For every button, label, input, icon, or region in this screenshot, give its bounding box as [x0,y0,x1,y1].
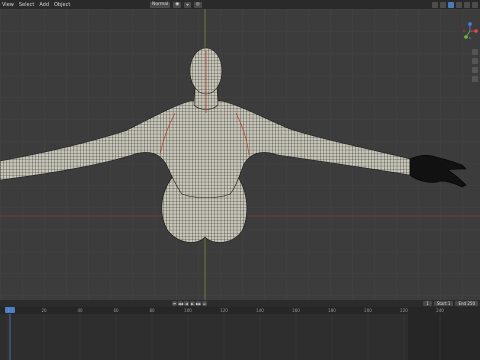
start-label: Start [436,301,447,306]
ruler-tick: 240 [436,308,444,313]
end-value: 250 [467,301,475,306]
jump-start-button[interactable]: ⏮ [172,301,177,306]
ruler-tick: 160 [292,308,300,313]
start-frame-field[interactable]: Start 1 [433,301,454,306]
playback-controls: ⏮ ◀◀ ◀ ▶ ▶▶ ⏭ [172,301,207,306]
axis-gizmo-icon [462,22,478,40]
ruler-tick: 100 [184,308,192,313]
viewport-canvas[interactable] [0,9,480,300]
pan-icon[interactable] [472,58,478,64]
ruler-tick: 80 [149,308,155,313]
xray-icon[interactable] [448,1,454,8]
playhead[interactable]: 1 [5,307,15,313]
shading-rendered-icon[interactable] [472,1,478,8]
ruler-tick: 220 [400,308,408,313]
playhead-frame: 1 [7,308,10,313]
menu-add[interactable]: Add [39,2,49,8]
timeline-header: ⏮ ◀◀ ◀ ▶ ▶▶ ⏭ 1 Start 1 End 250 [0,300,480,307]
viewport-header: View Select Add Object Normal ◉ ⌖ ◎ [0,0,480,9]
frame-ruler[interactable]: 0 20 40 60 80 100 120 140 160 180 200 22… [0,307,480,314]
play-button[interactable]: ▶ [190,301,195,306]
current-frame-field[interactable]: 1 [423,301,432,306]
overlay-icon[interactable] [440,1,446,8]
ruler-tick: 60 [113,308,119,313]
ruler-tick: 40 [77,308,83,313]
menu-object[interactable]: Object [54,2,70,8]
start-value: 1 [447,301,451,306]
header-right-tools [432,0,478,9]
navigation-gizmo[interactable] [462,21,478,41]
prev-keyframe-button[interactable]: ◀◀ [178,301,183,306]
jump-end-button[interactable]: ⏭ [202,301,207,306]
visibility-icon[interactable] [432,1,438,8]
shading-material-icon[interactable] [464,1,470,8]
3d-viewport[interactable] [0,9,480,300]
proportional-edit-icon[interactable]: ◎ [193,1,202,8]
perspective-toggle-icon[interactable] [472,76,478,82]
shading-solid-icon[interactable] [456,1,462,8]
menu-select[interactable]: Select [19,2,34,8]
out-of-range-area [408,314,480,360]
viewport-nav-buttons [472,49,478,82]
frame-range: 1 Start 1 End 250 [423,301,478,306]
ruler-tick: 20 [41,308,47,313]
header-center-tools: Normal ◉ ⌖ ◎ [150,0,202,9]
mode-label: Normal [152,2,169,7]
timeline-grid [0,314,480,360]
snap-icon[interactable]: ⌖ [184,1,191,8]
play-reverse-button[interactable]: ◀ [184,301,189,306]
current-frame-value: 1 [426,301,429,306]
ruler-tick: 120 [220,308,228,313]
transform-orientation-dropdown[interactable]: Normal [150,1,171,8]
timeline-editor[interactable]: 0 20 40 60 80 100 120 140 160 180 200 22… [0,307,480,360]
ruler-tick: 200 [364,308,372,313]
ruler-tick: 140 [256,308,264,313]
header-menu: View Select Add Object [0,2,70,8]
camera-icon[interactable] [472,67,478,73]
end-frame-field[interactable]: End 250 [455,301,478,306]
next-keyframe-button[interactable]: ▶▶ [196,301,201,306]
ruler-tick: 180 [328,308,336,313]
end-label: End [458,301,467,306]
pivot-icon[interactable]: ◉ [173,1,182,8]
zoom-icon[interactable] [472,49,478,55]
menu-view[interactable]: View [2,2,14,8]
